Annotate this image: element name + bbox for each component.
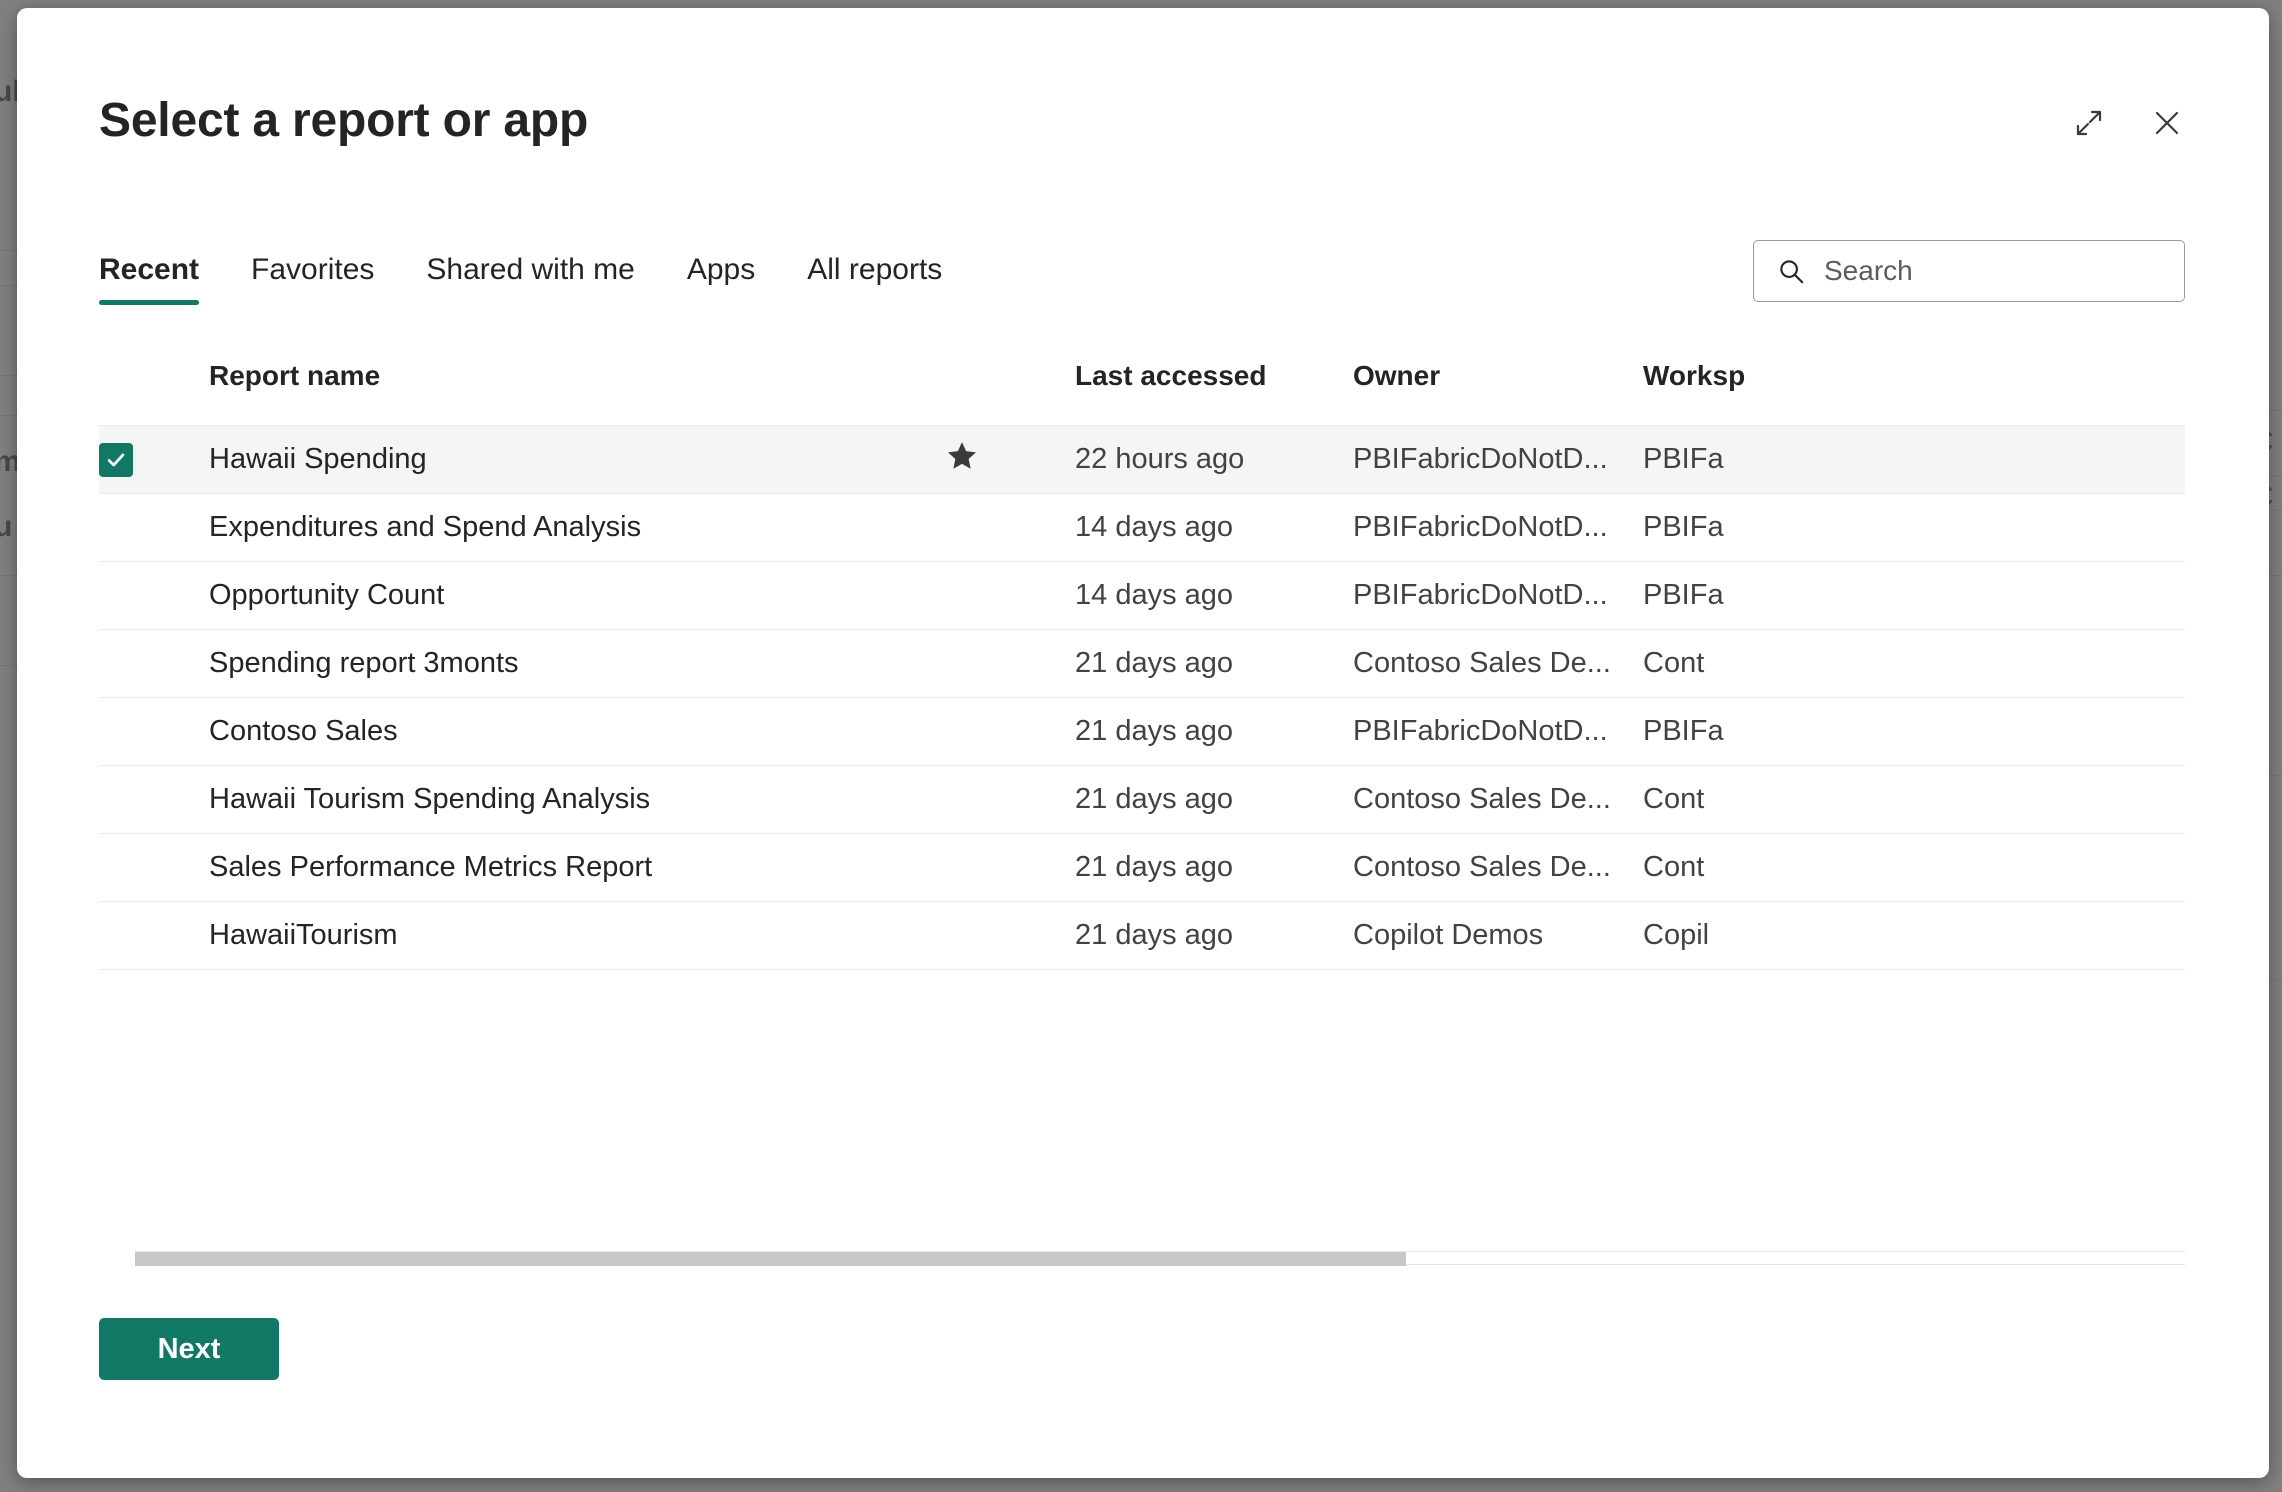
row-favorite-cell[interactable] [945,711,1075,753]
row-favorite-cell[interactable] [945,439,1075,481]
next-button[interactable]: Next [99,1318,279,1380]
table-row[interactable]: Spending report 3monts 21 days ago Contoso… [99,630,2185,698]
row-report-name[interactable]: Contoso Sales [155,715,945,748]
row-owner: Contoso Sales De... [1353,851,1611,883]
select-report-dialog: Select a report or app Recent Favorites … [17,8,2269,1478]
row-select-cell [99,579,155,613]
row-last-accessed: 21 days ago [1075,647,1234,679]
row-select-cell [99,715,155,749]
row-workspace: Cont [1643,851,1705,883]
row-favorite-cell[interactable] [945,507,1075,549]
tab-favorites[interactable]: Favorites [225,253,400,305]
table-row[interactable]: HawaiiTourism 21 days ago Copilot Demos Cop… [99,902,2185,970]
row-favorite-cell[interactable] [945,915,1075,957]
row-favorite-cell[interactable] [945,643,1075,685]
row-report-name[interactable]: Hawaii Tourism Spending Analysis [155,783,945,816]
row-owner: PBIFabricDoNotD... [1353,443,1608,475]
row-owner: PBIFabricDoNotD... [1353,579,1608,611]
row-report-name[interactable]: Sales Performance Metrics Report [155,851,945,884]
table-row[interactable]: Hawaii Spending 22 hours ago PBIFabricDoNo… [99,426,2185,494]
row-workspace: Cont [1643,783,1705,815]
row-workspace: PBIFa [1643,511,1724,543]
tab-bar: Recent Favorites Shared with me Apps All… [99,253,968,305]
table-row[interactable]: Contoso Sales 21 days ago PBIFabricDoNotD.… [99,698,2185,766]
tab-apps[interactable]: Apps [661,253,781,305]
close-icon[interactable] [2150,106,2184,140]
row-last-accessed: 21 days ago [1075,783,1234,815]
row-report-name[interactable]: Expenditures and Spend Analysis [155,511,945,544]
row-last-accessed: 22 hours ago [1075,443,1245,475]
row-last-accessed: 21 days ago [1075,919,1234,951]
table-row[interactable]: Opportunity Count 14 days ago PBIFabricDoN… [99,562,2185,630]
row-workspace: Copil [1643,919,1710,951]
column-header-report-name[interactable]: Report name [155,360,945,392]
row-select-cell [99,647,155,681]
row-select-cell [99,442,155,477]
tab-all-reports[interactable]: All reports [781,253,968,305]
table-row[interactable]: Sales Performance Metrics Report 21 days … [99,834,2185,902]
search-input[interactable] [1824,241,2185,301]
row-report-name[interactable]: Opportunity Count [155,579,945,612]
horizontal-scrollbar-thumb[interactable] [135,1252,1406,1266]
table-header-row: Report name Last accessed Owner Worksp [99,360,2185,426]
row-select-cell [99,919,155,953]
row-select-cell [99,511,155,545]
row-owner: Contoso Sales De... [1353,647,1611,679]
expand-diagonal-icon[interactable] [2072,106,2106,140]
row-select-cell [99,783,155,817]
tab-shared-with-me[interactable]: Shared with me [400,253,660,305]
row-report-name[interactable]: Hawaii Spending [155,443,945,476]
search-box[interactable] [1753,240,2185,302]
row-select-cell [99,851,155,885]
horizontal-scrollbar[interactable] [135,1251,2185,1266]
row-owner: PBIFabricDoNotD... [1353,511,1608,543]
column-header-owner[interactable]: Owner [1353,360,1643,392]
table-row[interactable]: Expenditures and Spend Analysis 14 days a… [99,494,2185,562]
row-report-name[interactable]: HawaiiTourism [155,919,945,952]
page-title: Select a report or app [99,94,589,147]
row-checkbox[interactable] [99,442,133,477]
column-header-workspace[interactable]: Worksp [1643,360,2043,392]
row-workspace: PBIFa [1643,443,1724,475]
row-owner: Contoso Sales De... [1353,783,1611,815]
row-favorite-cell[interactable] [945,847,1075,889]
star-icon[interactable] [945,439,979,481]
row-last-accessed: 14 days ago [1075,511,1234,543]
row-owner: Copilot Demos [1353,919,1544,951]
row-favorite-cell[interactable] [945,575,1075,617]
report-table: Report name Last accessed Owner Worksp H… [99,360,2185,1248]
column-header-last-accessed[interactable]: Last accessed [1075,360,1353,392]
row-last-accessed: 14 days ago [1075,579,1234,611]
row-report-name[interactable]: Spending report 3monts [155,647,945,680]
tab-recent[interactable]: Recent [99,253,225,305]
row-favorite-cell[interactable] [945,779,1075,821]
table-body: Hawaii Spending 22 hours ago PBIFabricDoNo… [99,426,2185,970]
row-owner: PBIFabricDoNotD... [1353,715,1608,747]
row-workspace: PBIFa [1643,579,1724,611]
table-row[interactable]: Hawaii Tourism Spending Analysis 21 days … [99,766,2185,834]
dialog-window-controls [2072,106,2184,140]
row-workspace: Cont [1643,647,1705,679]
row-last-accessed: 21 days ago [1075,851,1234,883]
row-last-accessed: 21 days ago [1075,715,1234,747]
row-workspace: PBIFa [1643,715,1724,747]
search-icon [1776,256,1806,286]
